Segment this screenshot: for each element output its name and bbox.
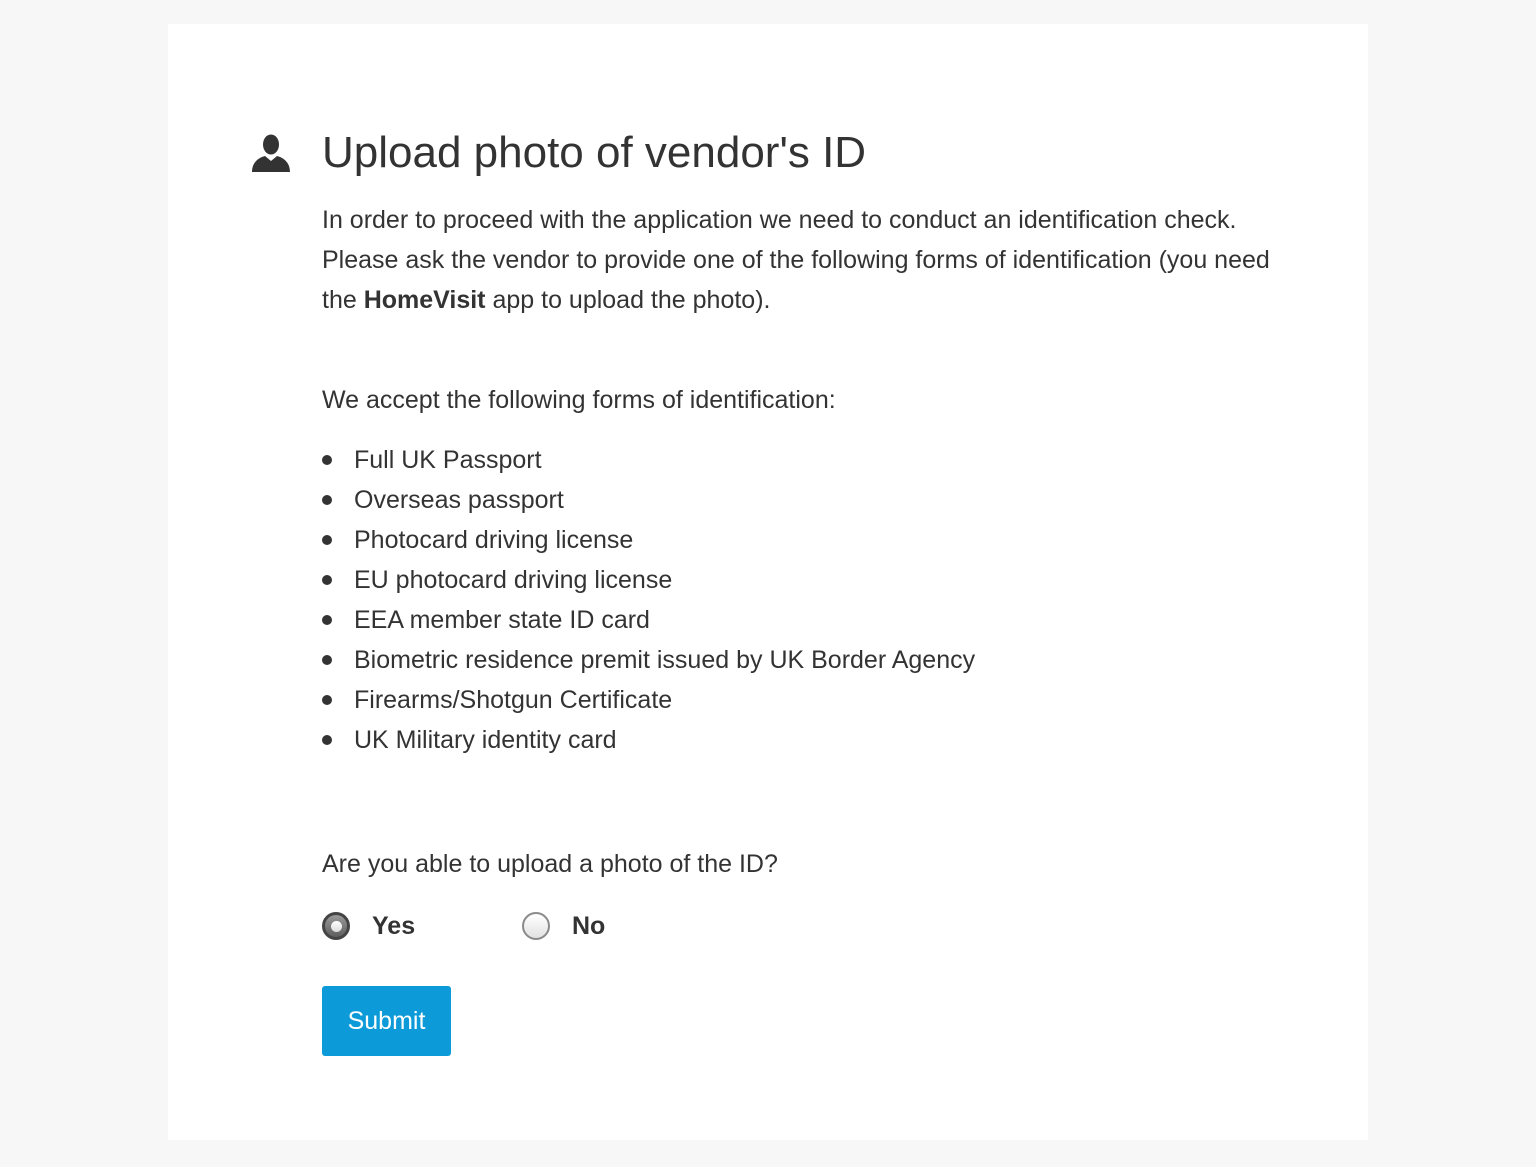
id-upload-card: Upload photo of vendor's ID In order to … — [168, 24, 1368, 1140]
bullet-icon — [322, 455, 332, 465]
list-item-label: EEA member state ID card — [354, 606, 650, 634]
radio-no[interactable]: No — [522, 908, 605, 944]
list-item-label: UK Military identity card — [354, 726, 617, 754]
bullet-icon — [322, 735, 332, 745]
bullet-icon — [322, 535, 332, 545]
app-name: HomeVisit — [363, 286, 486, 314]
radio-selected-dot — [330, 920, 342, 932]
bullet-icon — [322, 495, 332, 505]
radio-yes-label[interactable]: Yes — [372, 912, 415, 941]
bullet-icon — [322, 655, 332, 665]
list-item: Overseas passport — [322, 480, 975, 520]
list-item-label: Overseas passport — [354, 486, 564, 514]
list-item-label: EU photocard driving license — [354, 566, 673, 594]
list-item: Full UK Passport — [322, 440, 975, 480]
radio-no-button[interactable] — [522, 912, 550, 940]
bullet-icon — [322, 695, 332, 705]
bullet-icon — [322, 575, 332, 585]
accepted-forms-label: We accept the following forms of identif… — [322, 386, 836, 414]
list-item-label: Firearms/Shotgun Certificate — [354, 686, 673, 714]
submit-button[interactable]: Submit — [322, 986, 451, 1056]
upload-question: Are you able to upload a photo of the ID… — [322, 850, 778, 878]
list-item-label: Full UK Passport — [354, 446, 542, 474]
intro-line-1: In order to proceed with the application… — [322, 206, 1237, 234]
list-item-label: Photocard driving license — [354, 526, 634, 554]
intro-text: In order to proceed with the application… — [322, 200, 1272, 320]
list-item: Photocard driving license — [322, 520, 975, 560]
person-icon — [250, 132, 292, 174]
page-title: Upload photo of vendor's ID — [322, 128, 867, 177]
list-item: UK Military identity card — [322, 720, 975, 760]
radio-no-label[interactable]: No — [572, 912, 605, 941]
list-item-label: Biometric residence premit issued by UK … — [354, 646, 976, 674]
list-item: EEA member state ID card — [322, 600, 975, 640]
list-item: Firearms/Shotgun Certificate — [322, 680, 975, 720]
list-item: EU photocard driving license — [322, 560, 975, 600]
list-item: Biometric residence premit issued by UK … — [322, 640, 975, 680]
radio-yes[interactable]: Yes — [322, 908, 415, 944]
intro-line-2-end: app to upload the photo). — [485, 286, 771, 314]
id-forms-list: Full UK Passport Overseas passport Photo… — [322, 440, 975, 760]
bullet-icon — [322, 615, 332, 625]
radio-yes-button[interactable] — [322, 912, 350, 940]
